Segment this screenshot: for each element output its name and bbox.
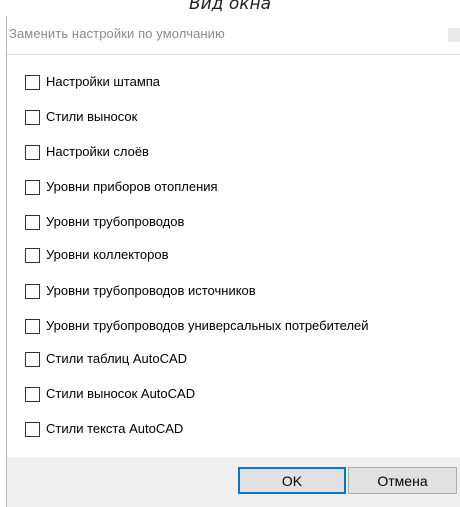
option-collector-levels[interactable]: Уровни коллекторов: [25, 245, 169, 265]
option-label: Стили таблиц AutoCAD: [46, 351, 188, 366]
option-label: Стили текста AutoCAD: [46, 421, 184, 436]
option-source-pipeline-levels[interactable]: Уровни трубопроводов источников: [25, 281, 256, 301]
option-label: Уровни трубопроводов: [46, 214, 185, 229]
window-title: Заменить настройки по умолчанию: [9, 26, 225, 41]
option-label: Уровни коллекторов: [46, 247, 169, 262]
dialog-footer: OK Отмена: [7, 457, 460, 507]
checkbox[interactable]: [25, 283, 40, 299]
checkbox[interactable]: [25, 214, 40, 230]
option-label: Настройки штампа: [46, 74, 161, 89]
checkbox[interactable]: [25, 386, 40, 402]
option-autocad-table-styles[interactable]: Стили таблиц AutoCAD: [25, 349, 187, 369]
option-label: Уровни приборов отопления: [46, 179, 218, 194]
checkbox[interactable]: [25, 144, 40, 160]
option-label: Уровни трубопроводов универсальных потре…: [46, 318, 369, 333]
option-label: Стили выносок AutoCAD: [46, 386, 196, 401]
option-label: Стили выносок: [46, 109, 138, 124]
figure-caption: Вид окна: [188, 0, 272, 14]
cancel-button[interactable]: Отмена: [348, 467, 457, 494]
replace-defaults-dialog: Заменить настройки по умолчанию Настройк…: [6, 16, 460, 507]
checkbox[interactable]: [25, 109, 40, 125]
option-leader-styles[interactable]: Стили выносок: [25, 107, 137, 127]
checkbox[interactable]: [25, 318, 40, 334]
checkbox[interactable]: [25, 421, 40, 437]
option-layer-settings[interactable]: Настройки слоёв: [25, 142, 149, 162]
title-bar[interactable]: Заменить настройки по умолчанию: [7, 16, 460, 55]
close-button[interactable]: [448, 28, 460, 42]
option-universal-consumer-pipeline-levels[interactable]: Уровни трубопроводов универсальных потре…: [25, 316, 369, 336]
option-label: Уровни трубопроводов источников: [46, 283, 256, 298]
checkbox[interactable]: [25, 74, 40, 90]
checkbox[interactable]: [25, 247, 40, 263]
option-autocad-leader-styles[interactable]: Стили выносок AutoCAD: [25, 384, 195, 404]
option-heater-levels[interactable]: Уровни приборов отопления: [25, 177, 218, 197]
checkbox[interactable]: [25, 179, 40, 195]
option-pipeline-levels[interactable]: Уровни трубопроводов: [25, 212, 184, 232]
option-stamp-settings[interactable]: Настройки штампа: [25, 72, 160, 92]
option-label: Настройки слоёв: [46, 144, 149, 159]
option-autocad-text-styles[interactable]: Стили текста AutoCAD: [25, 419, 183, 439]
ok-button[interactable]: OK: [238, 467, 346, 494]
checkbox[interactable]: [25, 351, 40, 367]
